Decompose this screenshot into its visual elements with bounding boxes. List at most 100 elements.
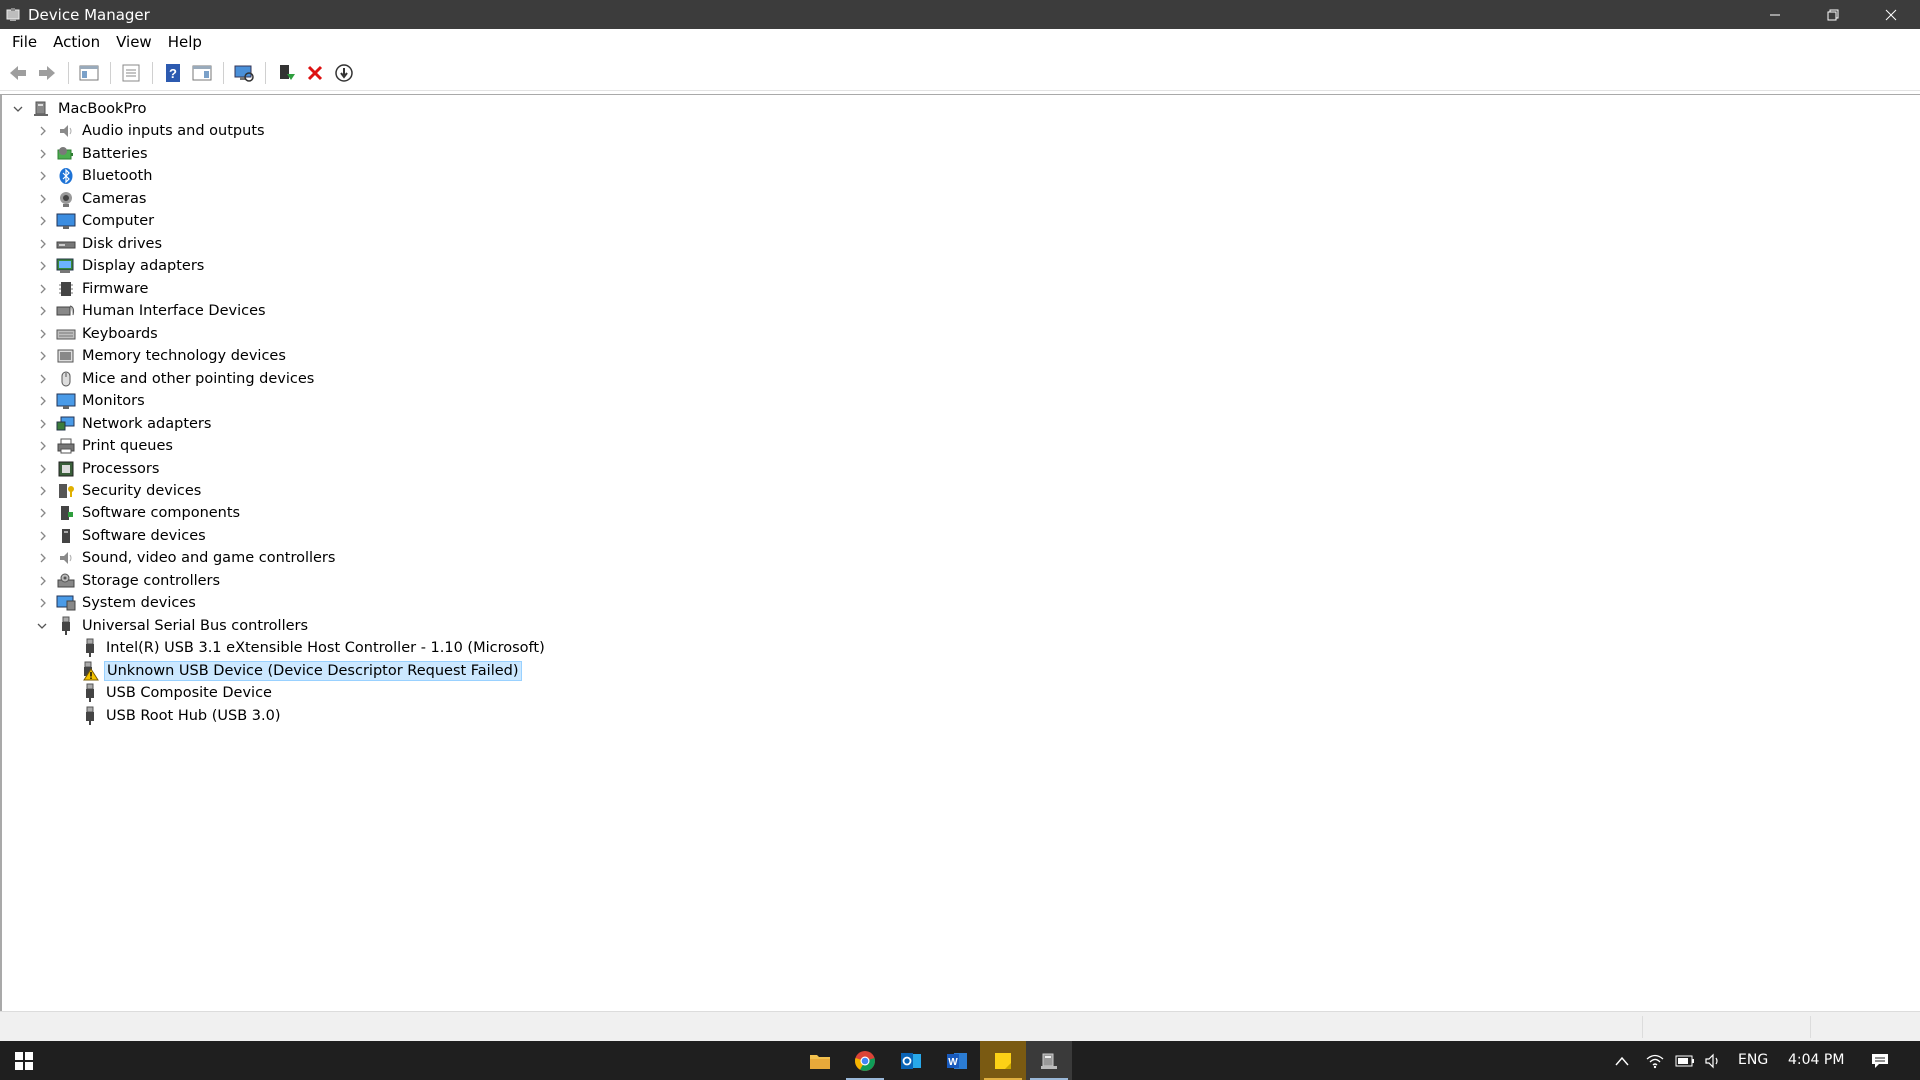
status-bar-divider [1810,1016,1811,1038]
tree-category[interactable]: Storage controllers [40,570,222,592]
chevron-right-icon[interactable] [36,169,50,183]
tree-device[interactable]: USB Root Hub (USB 3.0) [80,705,283,727]
tree-category-label: System devices [82,595,196,612]
taskbar-app-button[interactable]: W [934,1041,980,1080]
uninstall-device-button[interactable] [301,59,329,87]
chevron-down-icon[interactable] [11,102,25,116]
status-bar-divider [1642,1016,1643,1038]
chevron-right-icon[interactable] [36,304,50,318]
tree-category[interactable]: Human Interface Devices [40,300,268,322]
chevron-right-icon[interactable] [36,327,50,341]
chevron-right-icon[interactable] [36,484,50,498]
toolbar-separator [152,61,153,84]
chevron-right-icon[interactable] [36,349,50,363]
file-explorer-icon [809,1051,831,1071]
tree-device-label: Unknown USB Device (Device Descriptor Re… [104,660,522,681]
device-manager-icon [1038,1050,1060,1072]
tree-device[interactable]: USB Composite Device [80,682,274,704]
chevron-down-icon[interactable] [35,619,49,633]
disable-device-button[interactable] [330,59,358,87]
chevron-right-icon[interactable] [36,147,50,161]
tree-category-label: Universal Serial Bus controllers [82,617,309,634]
minimize-button[interactable] [1746,0,1804,29]
properties-icon [122,64,140,81]
tree-category[interactable]: Software components [40,502,242,524]
scan-hardware-button[interactable] [230,59,258,87]
chevron-right-icon[interactable] [36,551,50,565]
tree-category[interactable]: Network adapters [40,413,213,435]
chevron-right-icon[interactable] [36,124,50,138]
svg-text:W: W [948,1057,958,1068]
tree-category[interactable]: Computer [40,210,156,232]
tree-category[interactable]: Cameras [40,188,148,210]
taskbar-app-button[interactable] [1026,1041,1072,1080]
tree-category[interactable]: Keyboards [40,323,160,345]
chevron-right-icon[interactable] [36,192,50,206]
chevron-right-icon[interactable] [36,259,50,273]
input-language[interactable]: ENG [1738,1041,1768,1080]
security-key-icon [56,481,76,501]
chevron-right-icon[interactable] [36,394,50,408]
clock[interactable]: 4:04 PM [1788,1041,1844,1080]
chevron-right-icon[interactable] [36,372,50,386]
chevron-right-icon[interactable] [36,439,50,453]
menu-action[interactable]: Action [45,29,108,55]
taskbar-app-button[interactable] [888,1041,934,1080]
tree-category[interactable]: Memory technology devices [40,345,288,367]
help-button[interactable]: ? [159,59,187,87]
properties-button[interactable] [117,59,145,87]
taskbar-app-button[interactable] [980,1041,1026,1080]
chevron-right-icon[interactable] [36,237,50,251]
tree-category[interactable]: Monitors [40,390,147,412]
volume-tray-button[interactable] [1694,1041,1732,1080]
chevron-right-icon[interactable] [36,529,50,543]
menu-view[interactable]: View [108,29,160,55]
tree-root[interactable]: MacBookPro [13,98,148,120]
tree-category[interactable]: Mice and other pointing devices [40,368,316,390]
chevron-right-icon[interactable] [36,282,50,296]
action-center-button[interactable] [1856,1041,1904,1080]
tree-category-label: Software devices [82,527,206,544]
tree-category[interactable]: Disk drives [40,233,164,255]
update-driver-button[interactable] [272,59,300,87]
start-button[interactable] [0,1041,48,1080]
menu-file[interactable]: File [4,29,45,55]
tree-device-selected[interactable]: Unknown USB Device (Device Descriptor Re… [80,660,522,682]
chevron-right-icon[interactable] [36,506,50,520]
action-pane-button[interactable] [188,59,216,87]
tree-category[interactable]: Bluetooth [40,165,154,187]
device-tree[interactable]: MacBookPro Audio inputs and outputs Batter… [0,94,1920,1011]
chevron-right-icon[interactable] [36,596,50,610]
title-bar[interactable]: Device Manager [0,0,1920,29]
tree-device[interactable]: Intel(R) USB 3.1 eXtensible Host Control… [80,637,547,659]
chevron-right-icon[interactable] [36,574,50,588]
show-hide-tree-button[interactable] [75,59,103,87]
tree-category[interactable]: Firmware [40,278,150,300]
chevron-right-icon[interactable] [36,417,50,431]
tree-category-label: Mice and other pointing devices [82,370,315,387]
close-button[interactable] [1862,0,1920,29]
tree-category[interactable]: System devices [40,592,198,614]
tree-category[interactable]: Software devices [40,525,208,547]
tree-category[interactable]: Security devices [40,480,203,502]
chevron-right-icon[interactable] [36,214,50,228]
taskbar-app-button[interactable] [842,1041,888,1080]
tree-category[interactable]: Print queues [40,435,175,457]
restore-button[interactable] [1804,0,1862,29]
tree-category-expanded[interactable]: Universal Serial Bus controllers [37,615,310,637]
menu-help[interactable]: Help [160,29,210,55]
notifications-icon [1872,1053,1888,1068]
tree-category-label: Firmware [82,280,149,297]
chevron-right-icon[interactable] [36,462,50,476]
tree-category-label: Monitors [82,393,145,410]
tree-category[interactable]: Processors [40,458,161,480]
forward-button[interactable] [33,59,61,87]
usb-plug-icon [80,638,100,658]
tree-category[interactable]: Batteries [40,143,150,165]
tree-category[interactable]: Sound, video and game controllers [40,547,337,569]
back-button[interactable] [4,59,32,87]
taskbar-app-button[interactable] [797,1041,843,1080]
tree-category-label: Security devices [82,482,202,499]
tree-category[interactable]: Audio inputs and outputs [40,120,267,142]
tree-category[interactable]: Display adapters [40,255,206,277]
